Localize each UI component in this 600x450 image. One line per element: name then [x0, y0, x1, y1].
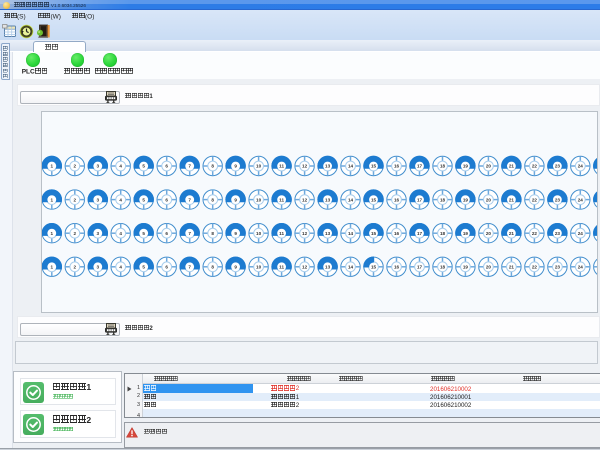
svg-text:10: 10: [256, 231, 262, 236]
svg-text:4: 4: [119, 164, 122, 169]
svg-text:20: 20: [486, 231, 492, 236]
svg-text:15: 15: [371, 197, 377, 202]
svg-text:2: 2: [74, 164, 77, 169]
svg-text:7: 7: [188, 265, 191, 270]
svg-text:8: 8: [211, 197, 214, 202]
svg-text:4: 4: [119, 197, 122, 202]
svg-text:2: 2: [74, 265, 77, 270]
svg-text:24: 24: [578, 164, 584, 169]
svg-text:23: 23: [555, 197, 561, 202]
svg-text:17: 17: [417, 265, 423, 270]
svg-text:6: 6: [165, 265, 168, 270]
svg-text:13: 13: [325, 265, 331, 270]
svg-text:9: 9: [234, 197, 237, 202]
svg-text:20: 20: [486, 197, 492, 202]
svg-text:21: 21: [509, 164, 515, 169]
svg-text:24: 24: [578, 231, 584, 236]
svg-text:9: 9: [234, 231, 237, 236]
svg-text:5: 5: [142, 197, 145, 202]
svg-text:2: 2: [74, 197, 77, 202]
svg-text:20: 20: [486, 265, 492, 270]
svg-text:14: 14: [348, 164, 354, 169]
svg-text:23: 23: [555, 164, 561, 169]
svg-text:16: 16: [394, 164, 400, 169]
svg-text:20: 20: [486, 164, 492, 169]
svg-text:3: 3: [97, 265, 100, 270]
svg-text:3: 3: [97, 231, 100, 236]
svg-text:21: 21: [509, 231, 515, 236]
svg-text:19: 19: [463, 164, 469, 169]
svg-text:7: 7: [188, 231, 191, 236]
svg-text:18: 18: [440, 197, 446, 202]
svg-text:10: 10: [256, 164, 262, 169]
svg-text:14: 14: [348, 265, 354, 270]
svg-text:17: 17: [417, 164, 423, 169]
svg-text:13: 13: [325, 164, 331, 169]
svg-text:15: 15: [371, 164, 377, 169]
svg-text:1: 1: [51, 197, 54, 202]
svg-text:1: 1: [51, 231, 54, 236]
svg-text:10: 10: [256, 197, 262, 202]
svg-text:12: 12: [302, 231, 308, 236]
svg-text:5: 5: [142, 164, 145, 169]
svg-text:11: 11: [279, 164, 284, 169]
svg-text:11: 11: [279, 197, 284, 202]
svg-text:21: 21: [509, 197, 515, 202]
svg-text:15: 15: [371, 231, 377, 236]
svg-text:16: 16: [394, 231, 400, 236]
svg-text:19: 19: [463, 231, 469, 236]
svg-text:19: 19: [463, 197, 469, 202]
svg-text:8: 8: [211, 265, 214, 270]
svg-text:8: 8: [211, 231, 214, 236]
svg-text:13: 13: [325, 197, 331, 202]
svg-text:21: 21: [509, 265, 515, 270]
svg-text:15: 15: [371, 265, 377, 270]
svg-text:22: 22: [532, 197, 538, 202]
svg-text:4: 4: [119, 265, 122, 270]
svg-text:4: 4: [119, 231, 122, 236]
svg-text:3: 3: [97, 197, 100, 202]
svg-text:17: 17: [417, 231, 423, 236]
svg-text:9: 9: [234, 265, 237, 270]
svg-text:19: 19: [463, 265, 469, 270]
svg-text:7: 7: [188, 164, 191, 169]
svg-text:22: 22: [532, 231, 538, 236]
svg-text:16: 16: [394, 197, 400, 202]
svg-text:8: 8: [211, 164, 214, 169]
svg-text:6: 6: [165, 197, 168, 202]
svg-text:22: 22: [532, 164, 538, 169]
svg-text:23: 23: [555, 265, 561, 270]
svg-text:18: 18: [440, 265, 446, 270]
svg-text:12: 12: [302, 164, 308, 169]
svg-text:22: 22: [532, 265, 538, 270]
svg-text:3: 3: [97, 164, 100, 169]
svg-text:6: 6: [165, 164, 168, 169]
svg-text:6: 6: [165, 231, 168, 236]
svg-text:1: 1: [51, 164, 54, 169]
svg-text:24: 24: [578, 265, 584, 270]
svg-text:13: 13: [325, 231, 331, 236]
svg-text:12: 12: [302, 197, 308, 202]
svg-text:18: 18: [440, 231, 446, 236]
svg-text:5: 5: [142, 265, 145, 270]
svg-text:17: 17: [417, 197, 423, 202]
svg-text:7: 7: [188, 197, 191, 202]
svg-text:12: 12: [302, 265, 308, 270]
svg-text:14: 14: [348, 197, 354, 202]
svg-text:1: 1: [51, 265, 54, 270]
svg-text:5: 5: [142, 231, 145, 236]
svg-text:14: 14: [348, 231, 354, 236]
svg-text:23: 23: [555, 231, 561, 236]
svg-text:18: 18: [440, 164, 446, 169]
svg-text:11: 11: [279, 265, 284, 270]
svg-text:16: 16: [394, 265, 400, 270]
svg-text:2: 2: [74, 231, 77, 236]
svg-text:24: 24: [578, 197, 584, 202]
svg-text:9: 9: [234, 164, 237, 169]
svg-text:10: 10: [256, 265, 262, 270]
svg-text:11: 11: [279, 231, 284, 236]
